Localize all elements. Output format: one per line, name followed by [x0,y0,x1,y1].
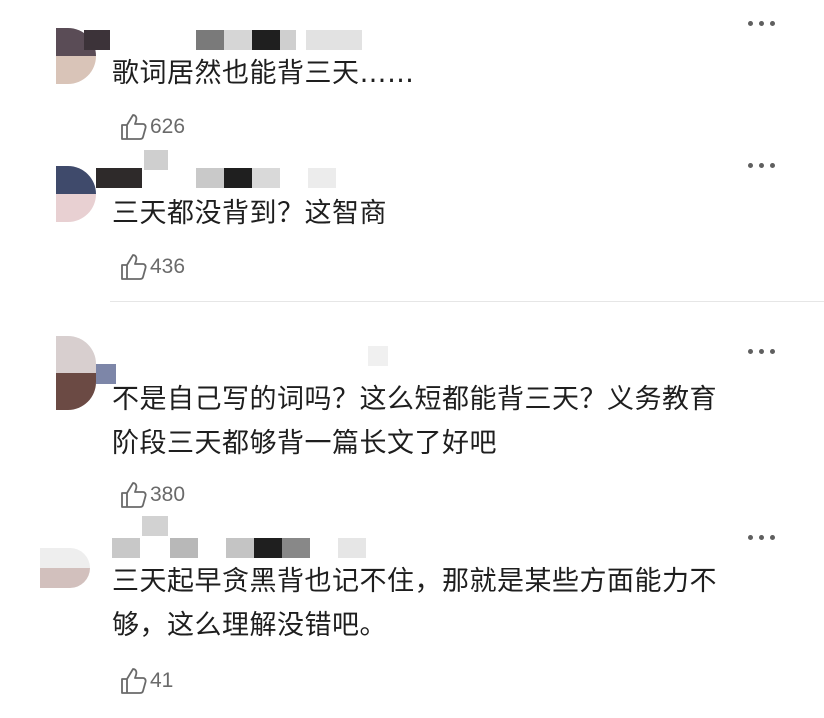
comment-text: 不是自己写的词吗？这么短都能背三天？义务教育 阶段三天都够背一篇长文了好吧 [112,384,717,459]
avatar[interactable] [40,548,90,588]
thumbs-up-icon [121,668,147,694]
thumbs-up-icon [121,254,147,280]
comment-text: 三天起早贪黑背也记不住，那就是某些方面能力不 够，这么理解没错吧。 [112,566,717,641]
more-icon [748,21,753,26]
more-options-button[interactable] [746,18,780,28]
comment-text: 歌词居然也能背三天…… [112,58,415,89]
more-options-button[interactable] [746,532,780,542]
avatar[interactable] [56,336,96,410]
like-count: 41 [150,669,174,692]
username-redacted[interactable] [112,516,372,558]
more-icon [748,163,753,168]
username-redacted[interactable] [96,150,346,188]
like-button[interactable]: 626 [118,111,185,143]
thumbs-up-icon [121,482,147,508]
more-icon [748,535,753,540]
username-redacted[interactable] [96,346,396,384]
more-options-button[interactable] [746,346,780,356]
more-icon [748,349,753,354]
like-button[interactable]: 436 [118,251,185,283]
avatar[interactable] [56,166,96,222]
username-redacted[interactable] [84,28,374,54]
like-count: 436 [150,255,186,278]
thumbs-up-icon [121,114,147,140]
like-button[interactable]: 41 [118,665,173,697]
divider [110,301,824,302]
like-count: 626 [150,115,186,138]
like-button[interactable]: 380 [118,479,185,511]
comment-text: 三天都没背到？这智商 [112,198,387,229]
more-options-button[interactable] [746,160,780,170]
like-count: 380 [150,483,186,506]
